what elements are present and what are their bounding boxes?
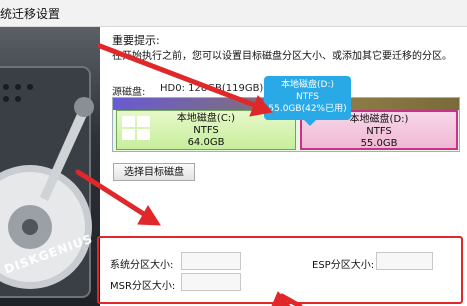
tooltip-fs: NTFS xyxy=(296,92,319,102)
window-title: 统迁移设置 xyxy=(0,7,61,21)
notice-title: 重要提示: xyxy=(112,34,160,47)
notice-text: 在开始执行之前，您可以设置目标磁盘分区大小、或添加其它要迁移的分区。 xyxy=(112,51,452,62)
partition-tooltip: 本地磁盘(D:) NTFS 55.0GB(42%已用) xyxy=(264,76,351,126)
source-disk-label: 源磁盘: xyxy=(112,87,146,98)
partition-d-size: 55.0GB xyxy=(360,138,398,149)
partition-d-fs: NTFS xyxy=(366,126,392,137)
esp-partition-size-label: ESP分区大小: xyxy=(312,260,375,271)
arrow-head-size-box xyxy=(137,205,161,226)
title-bar: 统迁移设置 xyxy=(0,0,467,27)
source-disk-value: HD0: 128GB(119GB) xyxy=(160,83,264,94)
tooltip-name: 本地磁盘(D:) xyxy=(281,80,334,90)
system-partition-size-label: 系统分区大小: xyxy=(110,260,174,271)
msr-partition-size-label: MSR分区大小: xyxy=(110,281,176,292)
system-partition-size-input[interactable] xyxy=(181,252,241,270)
tooltip-usage: 55.0GB(42%已用) xyxy=(268,104,347,114)
windows-logo-icon xyxy=(122,116,150,140)
hard-disk-illustration: DISKGENIUS xyxy=(0,27,100,306)
msr-partition-size-input[interactable] xyxy=(181,273,241,291)
select-target-disk-button[interactable]: 选择目标磁盘 xyxy=(113,163,195,181)
esp-partition-size-input[interactable] xyxy=(376,252,433,270)
